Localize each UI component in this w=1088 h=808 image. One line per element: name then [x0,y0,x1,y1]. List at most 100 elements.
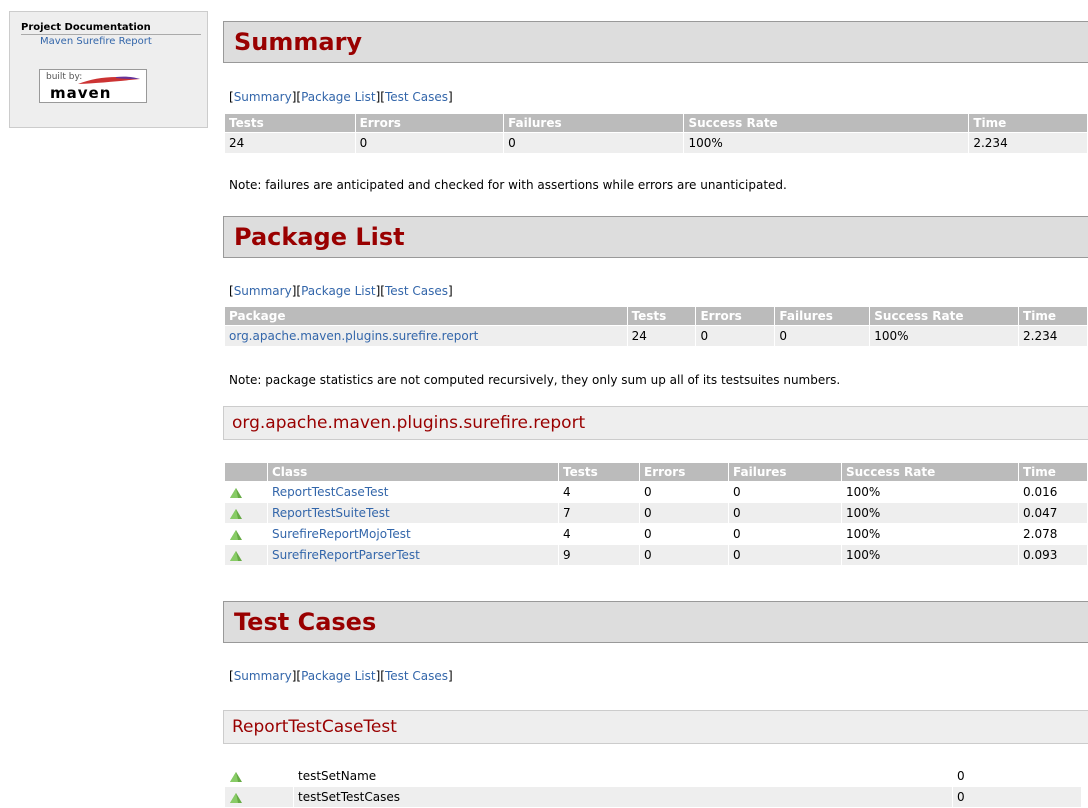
class-link[interactable]: ReportTestSuiteTest [272,506,390,520]
class-success-rate: 100% [842,482,1018,502]
summary-tests: 24 [225,133,355,153]
class-failures: 0 [729,545,841,565]
package-list-header-row: Package Tests Errors Failures Success Ra… [225,307,1087,325]
sidebar: Project Documentation Maven Surefire Rep… [9,11,208,128]
test-cases-table: testSetName 0 testSetTestCases 0 [224,765,1082,808]
class-errors: 0 [640,503,728,523]
class-tests: 9 [559,545,639,565]
test-cases-nav: [Summary][Package List][Test Cases] [229,669,453,683]
success-icon [230,487,242,498]
class-row: ReportTestCaseTest 4 0 0 100% 0.016 [225,482,1087,502]
col-tests: Tests [559,463,639,481]
package-name-cell: org.apache.maven.plugins.surefire.report [225,326,627,346]
col-package: Package [225,307,627,325]
package-heading: org.apache.maven.plugins.surefire.report [223,406,1088,440]
nav-summary-link[interactable]: Summary [234,669,292,683]
status-cell [225,482,267,502]
class-tests: 4 [559,524,639,544]
nav-test-cases-link[interactable]: Test Cases [385,669,448,683]
summary-failures: 0 [504,133,684,153]
test-case-name: testSetTestCases [294,787,952,807]
class-name-cell: SurefireReportParserTest [268,545,558,565]
class-tests: 7 [559,503,639,523]
test-case-row: testSetName 0 [225,766,1081,786]
nav-package-list-link[interactable]: Package List [301,669,376,683]
class-name-cell: ReportTestCaseTest [268,482,558,502]
nav-summary-link[interactable]: Summary [234,90,292,104]
class-success-rate: 100% [842,524,1018,544]
status-cell [225,524,267,544]
built-by-maven-badge[interactable]: built by: maven [39,69,147,103]
summary-heading: Summary [223,21,1088,63]
class-link[interactable]: SurefireReportParserTest [272,548,420,562]
package-list-heading: Package List [223,216,1088,258]
col-status [225,463,267,481]
class-time: 2.078 [1019,524,1087,544]
class-link[interactable]: SurefireReportMojoTest [272,527,411,541]
class-time: 0.016 [1019,482,1087,502]
test-case-class-heading: ReportTestCaseTest [223,710,1088,744]
class-link[interactable]: ReportTestCaseTest [272,485,388,499]
col-errors: Errors [696,307,775,325]
status-cell [225,503,267,523]
sidebar-section-title: Project Documentation [21,22,151,33]
summary-header-row: Tests Errors Failures Success Rate Time [225,114,1087,132]
test-case-time: 0 [953,766,1081,786]
package-list-table: Package Tests Errors Failures Success Ra… [224,306,1088,347]
sidebar-divider [21,34,201,35]
badge-maven-text: maven [50,84,112,102]
class-errors: 0 [640,482,728,502]
nav-package-list-link[interactable]: Package List [301,90,376,104]
class-failures: 0 [729,524,841,544]
class-name-cell: ReportTestSuiteTest [268,503,558,523]
col-errors: Errors [640,463,728,481]
status-cell [225,787,293,807]
class-time: 0.047 [1019,503,1087,523]
package-row: org.apache.maven.plugins.surefire.report… [225,326,1087,346]
col-time: Time [969,114,1087,132]
col-time: Time [1019,463,1087,481]
class-success-rate: 100% [842,503,1018,523]
col-success-rate: Success Rate [870,307,1019,325]
status-cell [225,545,267,565]
summary-errors: 0 [355,133,504,153]
success-icon [230,529,242,540]
col-tests: Tests [627,307,696,325]
success-icon [230,771,242,782]
success-icon [230,550,242,561]
test-cases-heading: Test Cases [223,601,1088,643]
col-success-rate: Success Rate [684,114,969,132]
class-time: 0.093 [1019,545,1087,565]
package-time: 2.234 [1019,326,1087,346]
nav-test-cases-link[interactable]: Test Cases [385,284,448,298]
col-failures: Failures [504,114,684,132]
col-failures: Failures [729,463,841,481]
nav-test-cases-link[interactable]: Test Cases [385,90,448,104]
summary-note: Note: failures are anticipated and check… [229,178,787,192]
package-link[interactable]: org.apache.maven.plugins.surefire.report [229,329,478,343]
class-failures: 0 [729,482,841,502]
class-failures: 0 [729,503,841,523]
package-list-nav: [Summary][Package List][Test Cases] [229,284,453,298]
status-cell [225,766,293,786]
col-time: Time [1019,307,1087,325]
success-icon [230,792,242,803]
sidebar-item-surefire-report[interactable]: Maven Surefire Report [40,36,207,47]
test-case-name: testSetName [294,766,952,786]
summary-success-rate: 100% [684,133,969,153]
package-tests: 24 [627,326,696,346]
class-errors: 0 [640,545,728,565]
nav-summary-link[interactable]: Summary [234,284,292,298]
summary-nav: [Summary][Package List][Test Cases] [229,90,453,104]
nav-package-list-link[interactable]: Package List [301,284,376,298]
class-success-rate: 100% [842,545,1018,565]
class-errors: 0 [640,524,728,544]
class-row: ReportTestSuiteTest 7 0 0 100% 0.047 [225,503,1087,523]
col-failures: Failures [775,307,870,325]
package-errors: 0 [696,326,775,346]
package-classes-table: Class Tests Errors Failures Success Rate… [224,462,1088,566]
package-list-note: Note: package statistics are not compute… [229,373,841,387]
package-classes-header-row: Class Tests Errors Failures Success Rate… [225,463,1087,481]
col-tests: Tests [225,114,355,132]
col-errors: Errors [355,114,504,132]
